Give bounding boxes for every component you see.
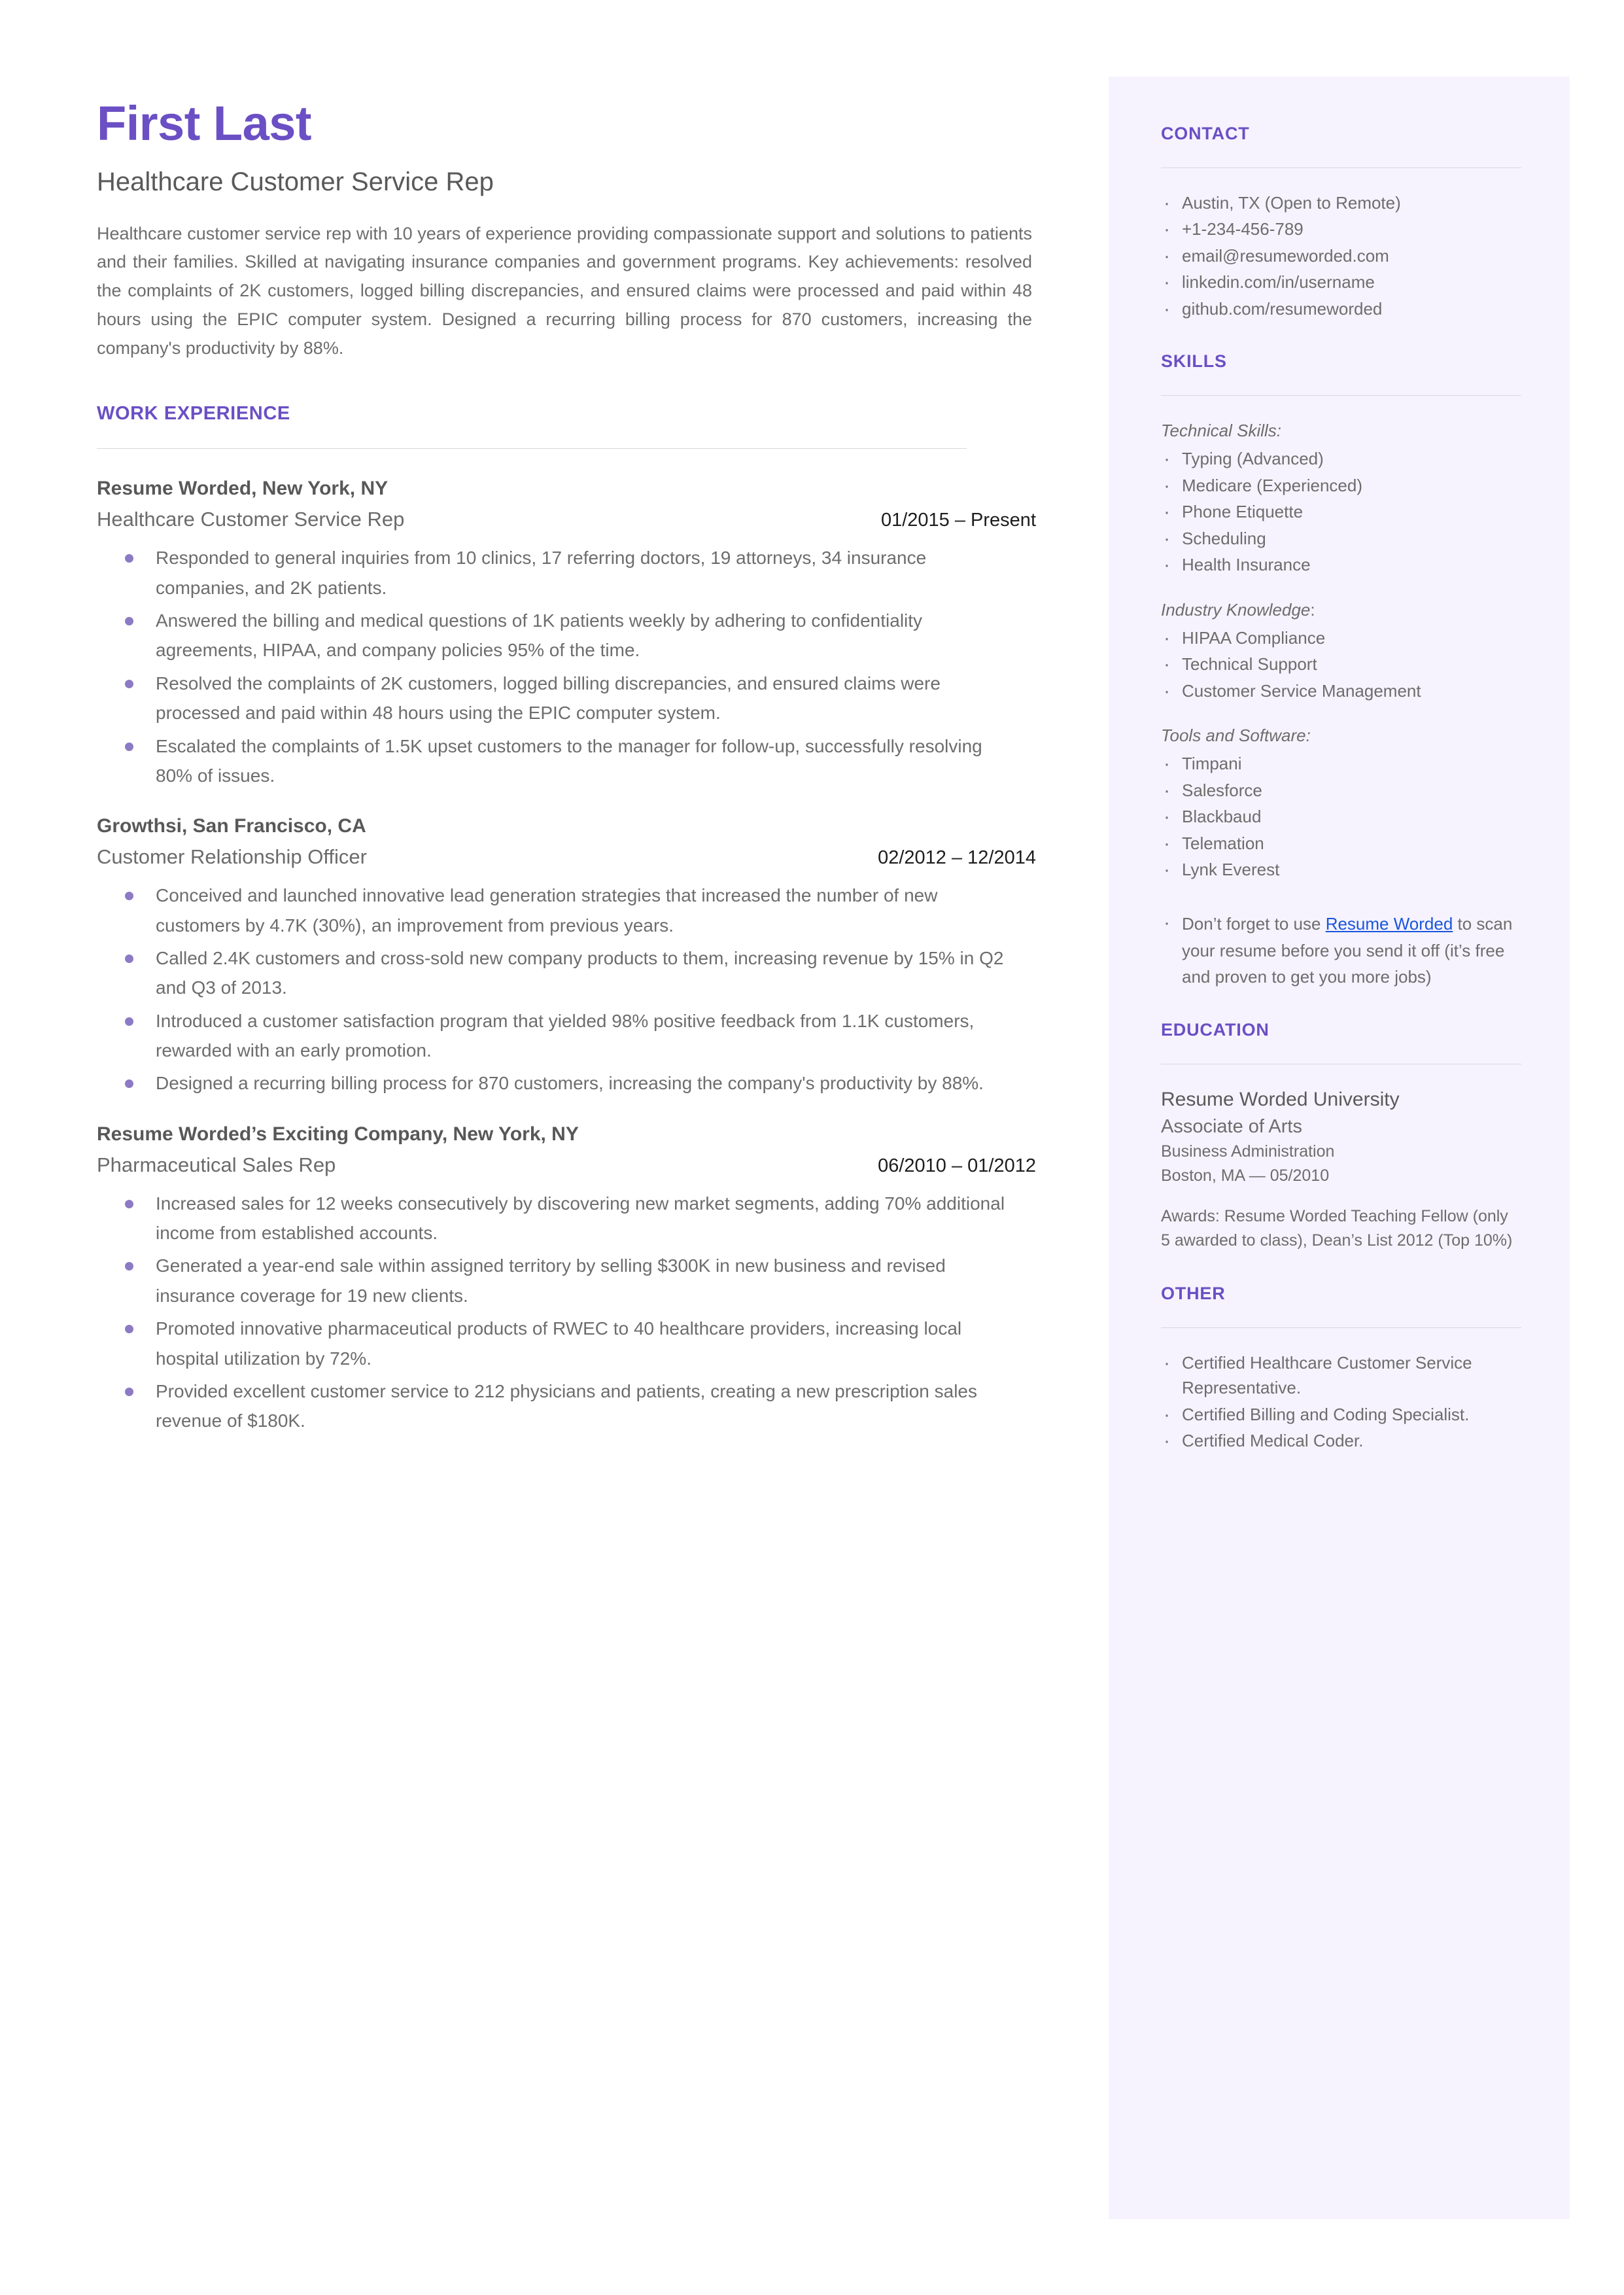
job-title-row: Customer Relationship Officer 02/2012 – … [97,845,1037,869]
job-bullet: Conceived and launched innovative lead g… [97,881,1016,940]
contact-list: Austin, TX (Open to Remote) +1-234-456-7… [1161,189,1521,324]
skill-item: Technical Support [1161,650,1521,680]
contact-item-github[interactable]: github.com/resumeworded [1161,295,1521,324]
skill-item: Timpani [1161,750,1521,779]
education-awards: Awards: Resume Worded Teaching Fellow (o… [1161,1206,1513,1250]
contact-divider [1161,167,1521,168]
job-bullet: Called 2.4K customers and cross-sold new… [97,943,1016,1003]
job-title-row: Pharmaceutical Sales Rep 06/2010 – 01/20… [97,1153,1037,1177]
job-bullet-list: Increased sales for 12 weeks consecutive… [97,1189,1032,1436]
job-bullet: Resolved the complaints of 2K customers,… [97,669,1016,728]
job-title: Healthcare Customer Service Rep [97,508,405,531]
professional-summary: Healthcare customer service rep with 10 … [97,223,1032,358]
job-dates: 06/2010 – 01/2012 [878,1155,1036,1176]
skills-divider [1161,395,1521,396]
skill-item: Medicare (Experienced) [1161,472,1521,501]
skills-list-tools: Timpani Salesforce Blackbaud Telemation … [1161,750,1521,885]
education-location-date: Boston, MA — 05/2010 [1161,1166,1330,1185]
skill-item: Lynk Everest [1161,856,1521,885]
contact-item-location: Austin, TX (Open to Remote) [1161,189,1521,219]
education-section-title: EDUCATION [1161,1020,1270,1040]
contact-section: CONTACT Austin, TX (Open to Remote) +1-2… [1161,124,1521,324]
contact-item-email[interactable]: email@resumeworded.com [1161,242,1521,272]
education-school: Resume Worded University [1161,1089,1400,1111]
other-divider [1161,1327,1521,1328]
skills-group-industry: Industry Knowledge: HIPAA Compliance Tec… [1161,597,1521,707]
skills-group-label: Technical Skills: [1161,421,1282,441]
job-entry: Resume Worded, New York, NY Healthcare C… [97,475,1036,790]
other-item: Certified Medical Coder. [1161,1427,1521,1456]
other-item: Certified Billing and Coding Specialist. [1161,1401,1521,1430]
resume-worded-promo: Don’t forget to use Resume Worded to sca… [1161,908,1521,990]
skills-group-technical: Technical Skills: Typing (Advanced) Medi… [1161,418,1521,580]
job-bullet: Provided excellent customer service to 2… [97,1376,1016,1436]
education-degree: Associate of Arts [1161,1115,1302,1137]
other-section: OTHER Certified Healthcare Customer Serv… [1161,1283,1521,1456]
job-entry: Growthsi, San Francisco, CA Customer Rel… [97,813,1036,1098]
job-bullet: Answered the billing and medical questio… [97,606,1016,665]
skill-item: Scheduling [1161,525,1521,554]
contact-item-linkedin[interactable]: linkedin.com/in/username [1161,268,1521,298]
job-title-row: Healthcare Customer Service Rep 01/2015 … [97,508,1037,531]
job-bullet: Responded to general inquiries from 10 c… [97,543,1016,603]
job-bullet: Introduced a customer satisfaction progr… [97,1006,1016,1066]
skill-item: Telemation [1161,829,1521,858]
job-bullet: Increased sales for 12 weeks consecutive… [97,1189,1016,1248]
education-field: Business Administration [1161,1142,1335,1161]
education-section: EDUCATION Resume Worded University Assoc… [1161,1020,1521,1253]
job-company: Growthsi, San Francisco, CA [97,815,366,837]
skill-item: Salesforce [1161,777,1521,806]
skills-list-industry: HIPAA Compliance Technical Support Custo… [1161,624,1521,707]
resume-page: CONTACT Austin, TX (Open to Remote) +1-2… [0,0,1624,2295]
job-bullet: Promoted innovative pharmaceutical produ… [97,1314,1016,1373]
main-content: First Last Healthcare Customer Service R… [97,96,1036,1458]
other-section-title: OTHER [1161,1283,1226,1303]
skill-item: Health Insurance [1161,551,1521,580]
page-title: First Last [97,96,312,150]
job-bullet-list: Responded to general inquiries from 10 c… [97,543,1032,790]
skill-item: Phone Etiquette [1161,498,1521,527]
contact-item-phone[interactable]: +1-234-456-789 [1161,215,1521,245]
job-entry: Resume Worded’s Exciting Company, New Yo… [97,1121,1036,1436]
skill-item: Blackbaud [1161,803,1521,832]
job-company: Resume Worded’s Exciting Company, New Yo… [97,1123,579,1145]
skills-group-label: Industry Knowledge: [1161,599,1315,620]
work-experience-divider [97,448,967,449]
professional-headline: Healthcare Customer Service Rep [97,167,494,196]
job-bullet: Designed a recurring billing process for… [97,1068,1016,1098]
promo-text-before: Don’t forget to use [1182,914,1326,934]
job-company: Resume Worded, New York, NY [97,478,389,500]
job-dates: 02/2012 – 12/2014 [878,847,1036,869]
skills-list-technical: Typing (Advanced) Medicare (Experienced)… [1161,445,1521,580]
skill-item: HIPAA Compliance [1161,624,1521,654]
job-title: Customer Relationship Officer [97,845,367,869]
sidebar-panel: CONTACT Austin, TX (Open to Remote) +1-2… [1109,77,1570,2219]
skill-item: Typing (Advanced) [1161,445,1521,474]
job-bullet-list: Conceived and launched innovative lead g… [97,881,1032,1098]
other-list: Certified Healthcare Customer Service Re… [1161,1349,1521,1456]
resume-worded-link[interactable]: Resume Worded [1326,914,1453,934]
contact-section-title: CONTACT [1161,124,1250,143]
skills-section-title: SKILLS [1161,351,1227,372]
job-bullet: Generated a year-end sale within assigne… [97,1251,1016,1310]
job-dates: 01/2015 – Present [880,510,1036,531]
skills-section: SKILLS Technical Skills: Typing (Advance… [1161,351,1521,990]
work-experience-section-title: WORK EXPERIENCE [97,403,290,425]
skills-group-tools: Tools and Software: Timpani Salesforce B… [1161,723,1521,885]
job-title: Pharmaceutical Sales Rep [97,1153,336,1176]
job-bullet: Escalated the complaints of 1.5K upset c… [97,731,1016,791]
skills-group-label: Tools and Software: [1161,726,1311,746]
other-item: Certified Healthcare Customer Service Re… [1161,1349,1521,1401]
skill-item: Customer Service Management [1161,677,1521,707]
